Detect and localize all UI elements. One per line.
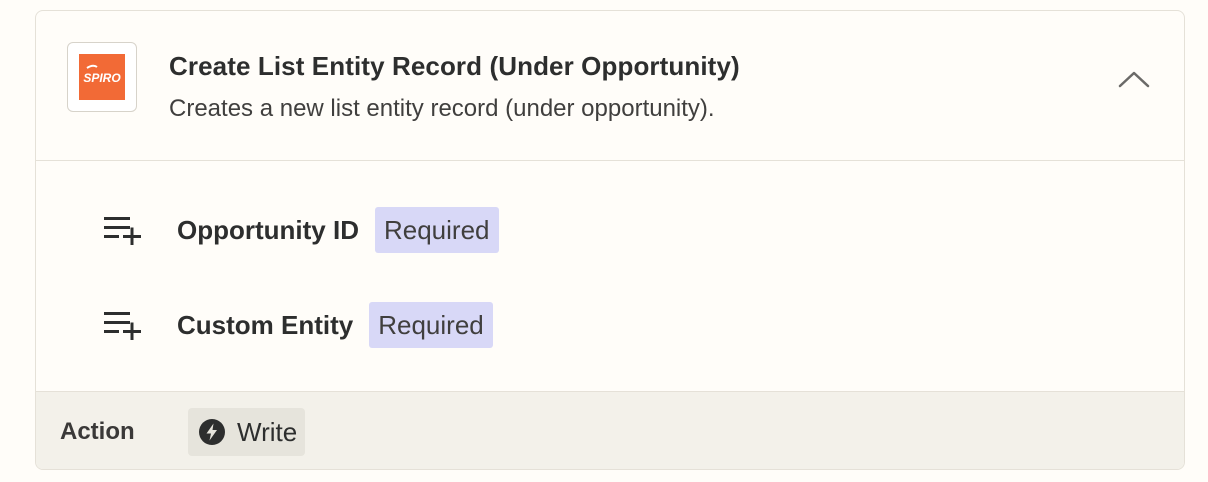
spiro-logo-mark: SPIRO	[83, 64, 121, 85]
write-chip: Write	[188, 408, 306, 456]
required-badge: Required	[369, 302, 493, 348]
app-logo-box: SPIRO	[67, 42, 137, 112]
chevron-up-icon	[1118, 71, 1150, 88]
playlist-add-icon	[104, 215, 142, 245]
action-title: Create List Entity Record (Under Opportu…	[169, 51, 740, 81]
playlist-add-icon	[104, 310, 142, 340]
bolt-icon	[198, 418, 226, 446]
action-type-label: Action	[60, 418, 135, 445]
svg-text:SPIRO: SPIRO	[83, 71, 121, 85]
card-footer: Action Write	[36, 391, 1184, 469]
field-row-custom-entity[interactable]: Custom Entity Required	[104, 301, 493, 349]
field-label: Opportunity ID	[177, 214, 359, 245]
spiro-logo: SPIRO	[79, 54, 125, 100]
card-header[interactable]: SPIRO Create List Entity Record (Under O…	[36, 11, 1184, 161]
field-label: Custom Entity	[177, 309, 354, 340]
field-row-opportunity-id[interactable]: Opportunity ID Required	[104, 206, 499, 254]
collapse-button[interactable]	[1114, 63, 1154, 95]
required-badge: Required	[374, 207, 499, 253]
input-fields-list: Opportunity ID Required Custom Entity Re…	[36, 161, 1184, 391]
action-subtitle: Creates a new list entity record (under …	[169, 95, 715, 122]
action-card: SPIRO Create List Entity Record (Under O…	[35, 10, 1185, 470]
write-label: Write	[237, 416, 298, 447]
